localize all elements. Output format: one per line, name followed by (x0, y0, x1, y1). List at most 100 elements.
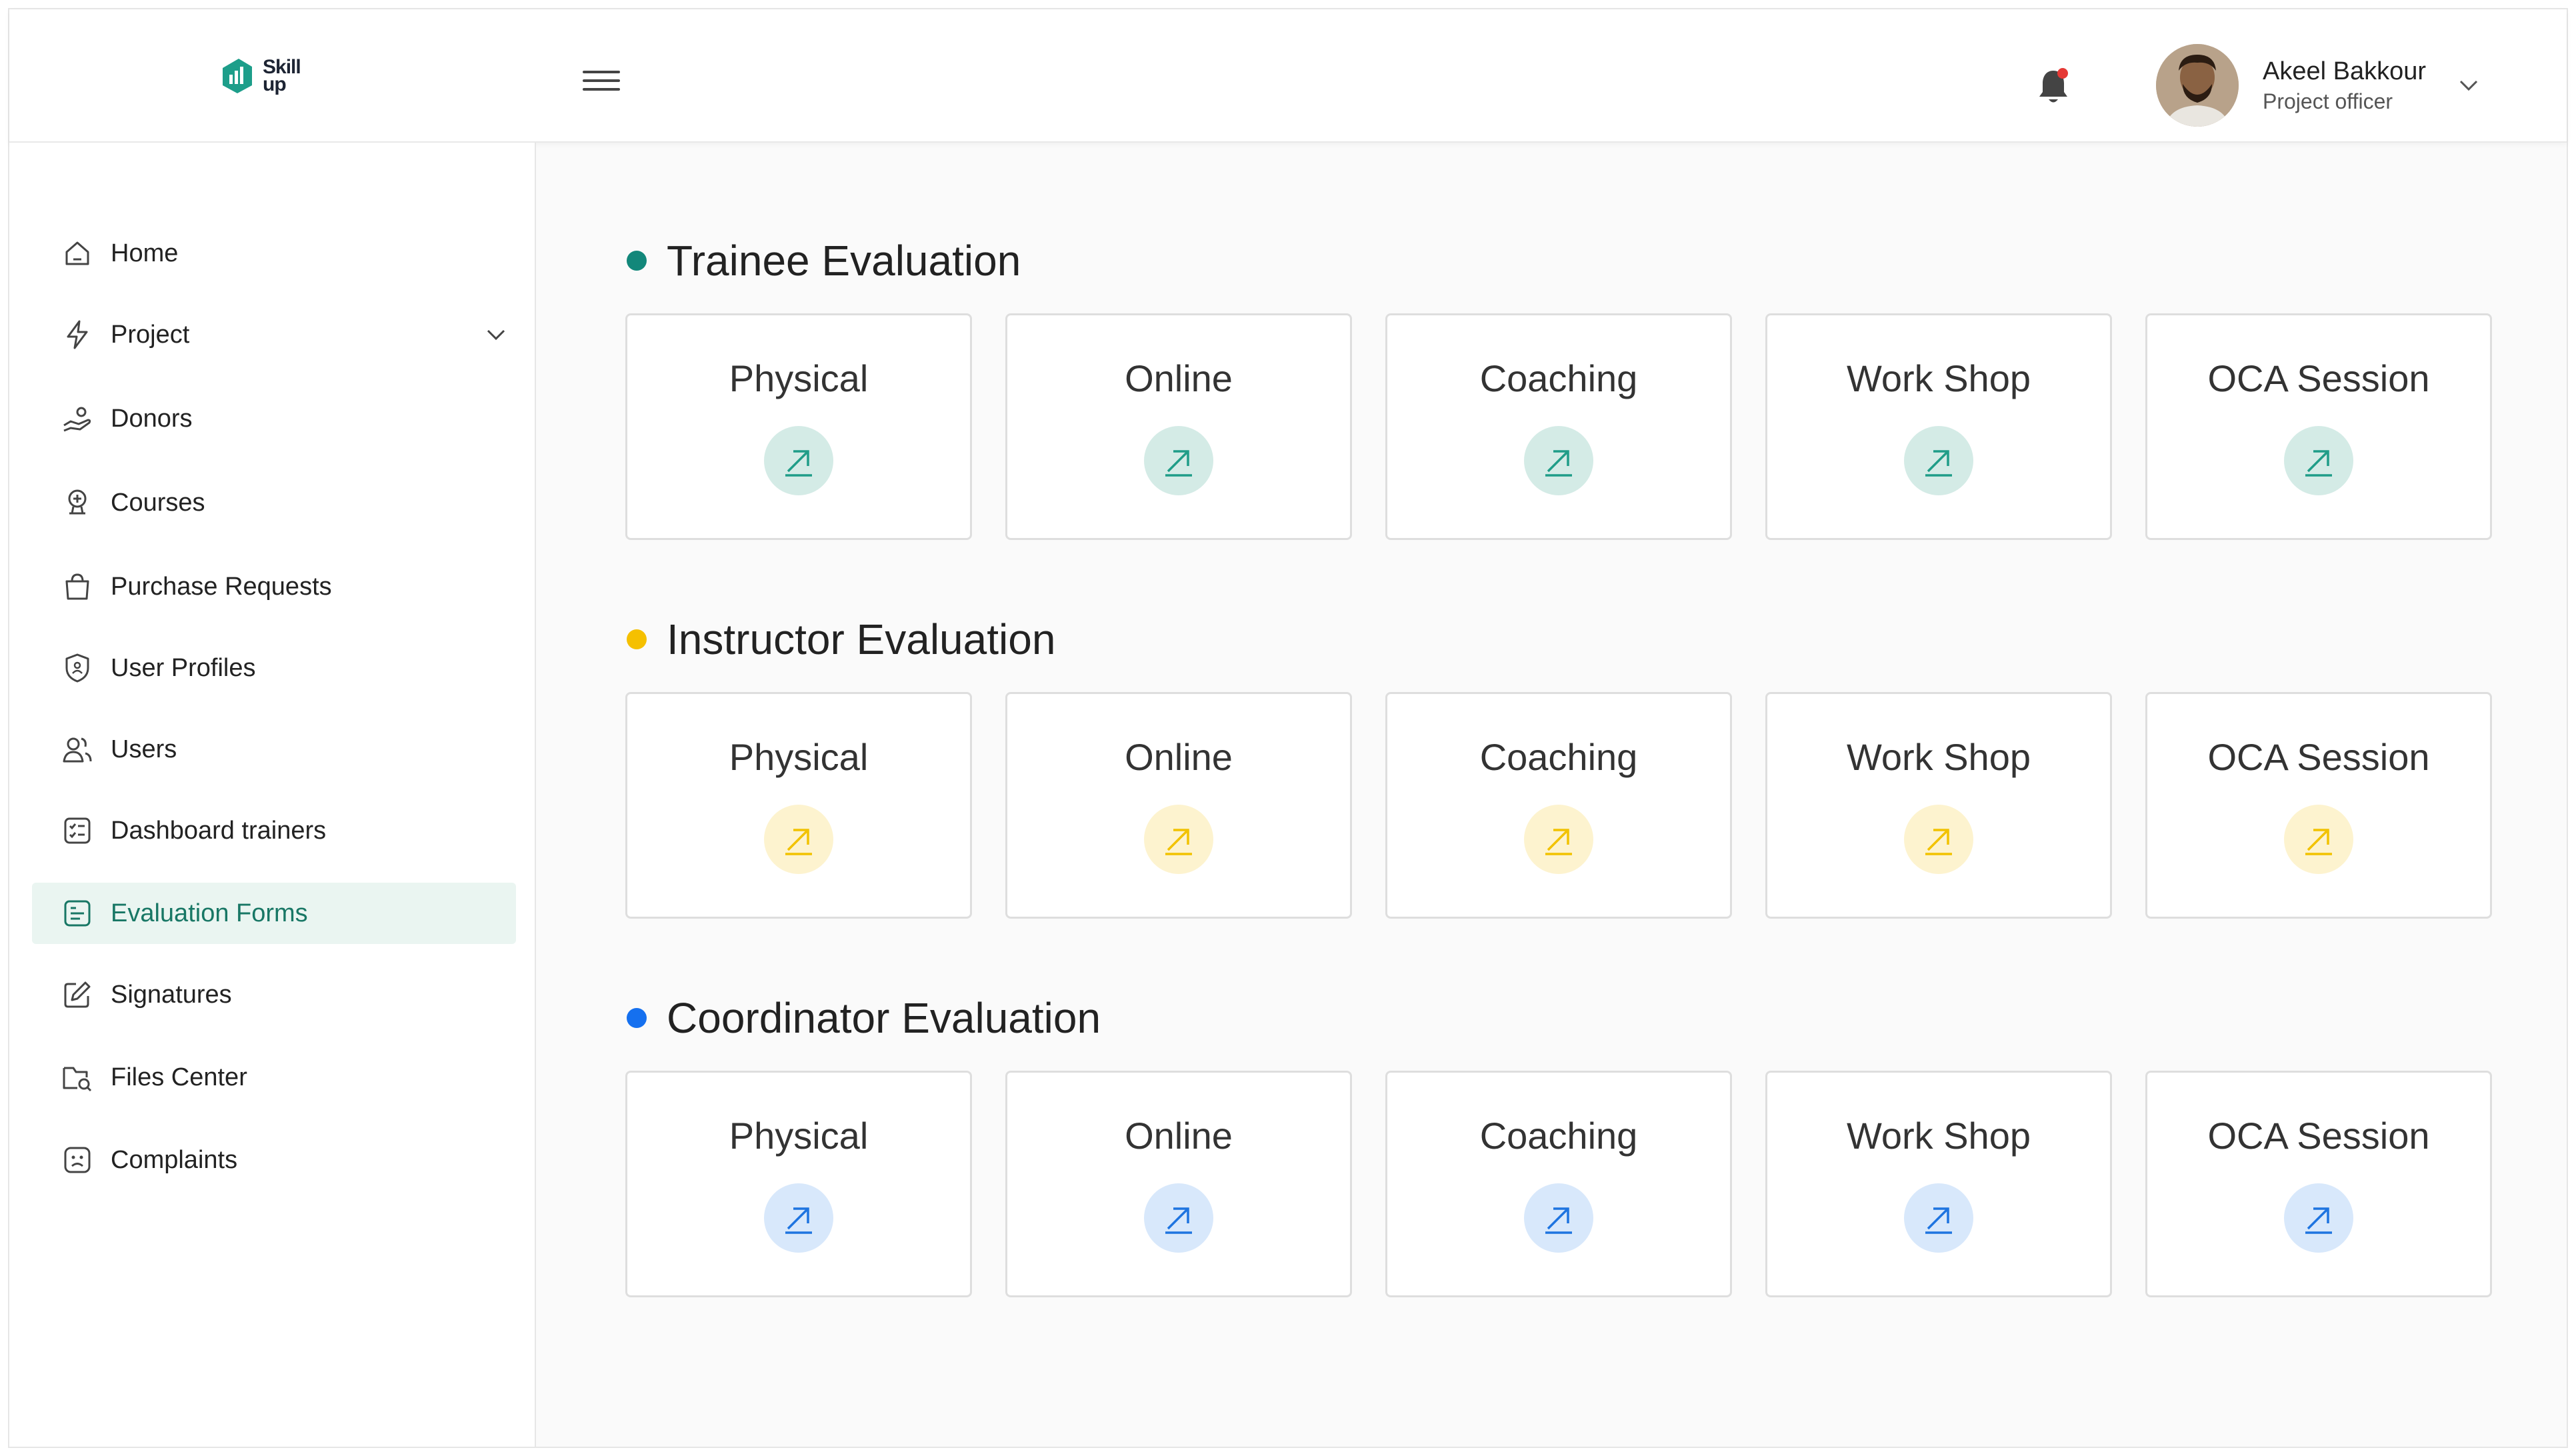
card-trainee-workshop[interactable]: Work Shop (1765, 313, 2112, 540)
sidebar-item-user-profiles[interactable]: User Profiles (32, 637, 516, 699)
section-dot (627, 1008, 647, 1028)
dashboard-list-icon (64, 817, 91, 844)
shield-user-icon (65, 653, 89, 683)
open-arrow-icon[interactable] (2284, 1183, 2353, 1253)
card-label: Coaching (1479, 357, 1638, 399)
card-coordinator-oca-session[interactable]: OCA Session (2145, 1071, 2492, 1297)
open-arrow-icon[interactable] (764, 1183, 833, 1253)
card-trainee-coaching[interactable]: Coaching (1385, 313, 1732, 540)
open-arrow-icon[interactable] (764, 805, 833, 874)
card-coordinator-physical[interactable]: Physical (625, 1071, 972, 1297)
complaint-face-icon (64, 1147, 91, 1173)
sidebar-item-label: Evaluation Forms (111, 899, 308, 927)
users-icon (63, 737, 92, 763)
shopping-bag-icon (65, 573, 89, 600)
sidebar-item-label: Project (111, 320, 190, 349)
sidebar-item-signatures[interactable]: Signatures (32, 964, 516, 1025)
sidebar-item-label: Purchase Requests (111, 572, 332, 601)
sidebar-item-dashboard-trainers[interactable]: Dashboard trainers (32, 800, 516, 861)
sidebar-item-users[interactable]: Users (32, 719, 516, 780)
open-arrow-icon[interactable] (1524, 1183, 1593, 1253)
sidebar-item-label: Dashboard trainers (111, 816, 327, 845)
card-label: Online (1125, 736, 1233, 778)
signature-edit-icon (64, 981, 91, 1008)
user-name: Akeel Bakkour (2263, 57, 2427, 85)
open-arrow-icon[interactable] (1144, 426, 1213, 495)
open-arrow-icon[interactable] (1144, 805, 1213, 874)
sidebar-item-label: Signatures (111, 980, 232, 1009)
card-trainee-physical[interactable]: Physical (625, 313, 972, 540)
sidebar-item-courses[interactable]: Courses (32, 472, 516, 533)
hamburger-menu-icon[interactable] (583, 71, 620, 97)
notification-dot (2057, 68, 2068, 79)
open-arrow-icon[interactable] (1144, 1183, 1213, 1253)
section-heading: Trainee Evaluation (667, 237, 1021, 285)
sidebar-item-label: Home (111, 239, 179, 267)
open-arrow-icon[interactable] (1524, 426, 1593, 495)
sidebar-item-label: Courses (111, 488, 205, 517)
sidebar-item-purchase-requests[interactable]: Purchase Requests (32, 556, 516, 617)
section-dot (627, 251, 647, 271)
open-arrow-icon[interactable] (1524, 805, 1593, 874)
card-label: Work Shop (1847, 357, 2031, 399)
card-instructor-physical[interactable]: Physical (625, 692, 972, 919)
card-label: Physical (729, 357, 869, 399)
logo-mark-icon (223, 59, 252, 93)
section-title-coordinator: Coordinator Evaluation (627, 993, 1101, 1043)
sidebar-item-label: User Profiles (111, 653, 256, 682)
sidebar-item-project[interactable]: Project (32, 304, 516, 365)
user-role: Project officer (2263, 89, 2393, 113)
notification-bell-icon[interactable] (2036, 67, 2071, 107)
open-arrow-icon[interactable] (2284, 805, 2353, 874)
sidebar-item-complaints[interactable]: Complaints (32, 1129, 516, 1191)
courses-icon (68, 489, 87, 515)
open-arrow-icon[interactable] (1904, 426, 1973, 495)
card-coordinator-online[interactable]: Online (1005, 1071, 1352, 1297)
section-title-trainee: Trainee Evaluation (627, 236, 1021, 285)
card-trainee-oca-session[interactable]: OCA Session (2145, 313, 2492, 540)
user-profile-menu[interactable]: Akeel Bakkour Project officer (2156, 44, 2482, 127)
logo-text-bottom: up (263, 73, 287, 95)
open-arrow-icon[interactable] (764, 426, 833, 495)
sidebar-item-evaluation-forms[interactable]: Evaluation Forms (32, 883, 516, 944)
section-heading: Instructor Evaluation (667, 615, 1056, 663)
card-label: Online (1125, 357, 1233, 399)
chevron-down-icon[interactable] (483, 321, 509, 348)
logo-text: Skill up (263, 57, 301, 95)
card-label: Work Shop (1847, 736, 2031, 778)
bolt-icon (67, 320, 88, 349)
home-icon (65, 241, 89, 265)
folder-icon (63, 1067, 92, 1092)
sidebar-item-files-center[interactable]: Files Center (32, 1047, 516, 1108)
card-label: Online (1125, 1115, 1233, 1157)
card-label: Work Shop (1847, 1115, 2031, 1157)
user-avatar (2156, 44, 2239, 127)
section-heading: Coordinator Evaluation (667, 994, 1101, 1042)
chevron-down-icon[interactable] (2455, 72, 2482, 99)
open-arrow-icon[interactable] (2284, 426, 2353, 495)
card-label: Physical (729, 1115, 869, 1157)
open-arrow-icon[interactable] (1904, 805, 1973, 874)
skillup-logo[interactable]: Skill up (216, 55, 301, 97)
card-label: Coaching (1479, 1115, 1638, 1157)
sidebar-item-label: Donors (111, 404, 193, 433)
card-label: OCA Session (2207, 1115, 2430, 1157)
sidebar-item-home[interactable]: Home (32, 223, 516, 284)
sidebar-item-label: Files Center (111, 1063, 247, 1091)
sidebar-item-label: Users (111, 735, 177, 763)
card-instructor-oca-session[interactable]: OCA Session (2145, 692, 2492, 919)
card-label: OCA Session (2207, 357, 2430, 399)
donors-hand-icon (63, 407, 91, 432)
card-coordinator-coaching[interactable]: Coaching (1385, 1071, 1732, 1297)
card-label: OCA Session (2207, 736, 2430, 778)
sidebar-item-donors[interactable]: Donors (32, 388, 516, 449)
card-instructor-coaching[interactable]: Coaching (1385, 692, 1732, 919)
evaluation-form-icon (64, 900, 91, 927)
open-arrow-icon[interactable] (1904, 1183, 1973, 1253)
top-header: Skill up Akeel Bakkour Project officer (9, 9, 2567, 143)
sidebar-item-label: Complaints (111, 1145, 238, 1174)
card-trainee-online[interactable]: Online (1005, 313, 1352, 540)
card-instructor-workshop[interactable]: Work Shop (1765, 692, 2112, 919)
card-coordinator-workshop[interactable]: Work Shop (1765, 1071, 2112, 1297)
card-instructor-online[interactable]: Online (1005, 692, 1352, 919)
